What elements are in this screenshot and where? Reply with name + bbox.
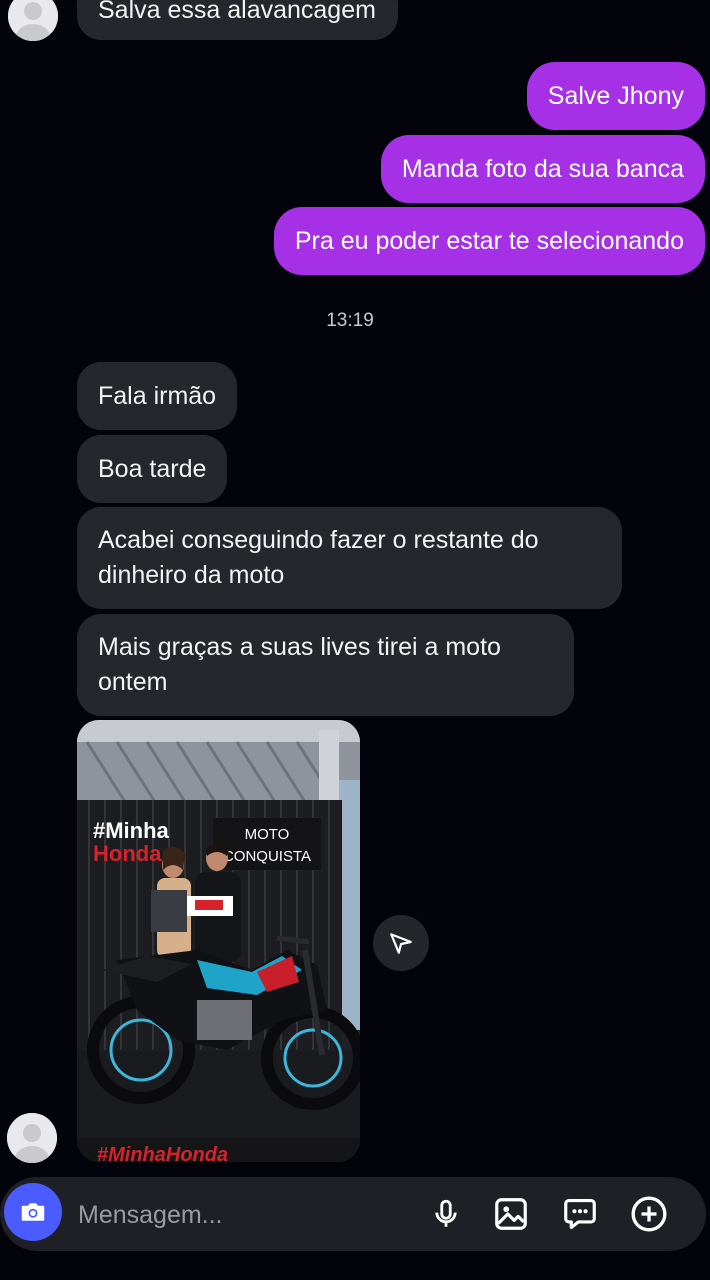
gallery-button[interactable]	[491, 1194, 531, 1234]
gallery-icon	[495, 1198, 527, 1230]
message-timestamp: 13:19	[326, 310, 374, 331]
motorcycle-photo: #Minha Honda MOTO CONQUISTA #MinhaHonda	[77, 720, 360, 1162]
message-input[interactable]	[78, 1195, 408, 1235]
message-incoming[interactable]: Acabei conseguindo fazer o restante do d…	[77, 507, 622, 609]
avatar-placeholder-icon	[8, 0, 58, 41]
more-button[interactable]	[629, 1194, 669, 1234]
message-composer	[0, 1177, 706, 1251]
photo-message[interactable]: #Minha Honda MOTO CONQUISTA #MinhaHonda	[77, 720, 360, 1162]
camera-icon	[21, 1203, 45, 1221]
plaque-line2: CONQUISTA	[223, 848, 311, 865]
store-sign-line2: Honda	[93, 841, 162, 866]
camera-button[interactable]	[4, 1183, 62, 1241]
microphone-icon	[435, 1199, 457, 1227]
message-outgoing[interactable]: Pra eu poder estar te selecionando	[273, 207, 705, 275]
avatar-placeholder-icon	[7, 1113, 57, 1163]
contact-avatar[interactable]	[8, 0, 58, 41]
message-incoming[interactable]: Mais graças a suas lives tirei a moto on…	[77, 614, 574, 716]
message-incoming[interactable]: Salva essa alavancagem	[77, 0, 398, 40]
message-outgoing[interactable]: Manda foto da sua banca	[380, 135, 705, 203]
message-incoming[interactable]: Boa tarde	[77, 435, 228, 503]
microphone-button[interactable]	[426, 1194, 466, 1234]
plus-circle-icon	[631, 1196, 667, 1232]
message-outgoing[interactable]: Salve Jhony	[526, 62, 705, 130]
contact-avatar[interactable]	[7, 1113, 57, 1163]
plaque-line1: MOTO	[245, 826, 290, 843]
message-incoming[interactable]: Fala irmão	[77, 362, 238, 430]
share-button[interactable]	[373, 915, 429, 971]
send-icon	[390, 933, 412, 954]
chat-sticker-icon	[564, 1198, 596, 1230]
photo-banner: #MinhaHonda	[97, 1144, 228, 1162]
sticker-button[interactable]	[560, 1194, 600, 1234]
store-sign-line1: #Minha	[93, 818, 170, 843]
